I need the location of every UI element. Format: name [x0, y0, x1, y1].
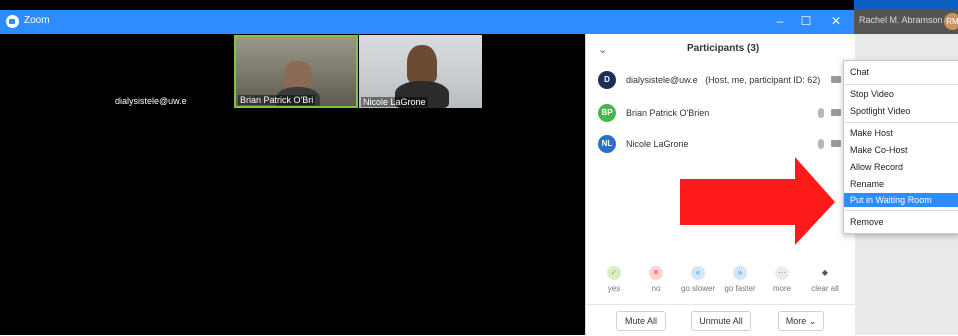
participant-name: Nicole LaGrone	[626, 139, 689, 149]
menu-item-chat[interactable]: Chat	[844, 65, 958, 79]
menu-item-stop-video[interactable]: Stop Video	[844, 87, 958, 101]
menu-item-rename[interactable]: Rename	[844, 177, 958, 191]
chevron-down-icon[interactable]: ⌄	[598, 43, 607, 56]
menu-item-make-host[interactable]: Make Host	[844, 126, 958, 140]
reaction-label: go slower	[680, 284, 716, 293]
reaction-label: yes	[607, 284, 621, 293]
video-camera-icon	[831, 140, 841, 147]
reaction-go-faster-button[interactable]: » go faster	[720, 266, 760, 293]
minimize-button[interactable]: –	[771, 13, 789, 29]
zoom-logo-icon	[6, 15, 19, 28]
reaction-label: more	[772, 284, 792, 293]
participants-header: ⌄ Participants (3)	[586, 34, 855, 64]
participant-context-menu: Chat Stop Video Spotlight Video Make Hos…	[843, 60, 958, 234]
avatar: BP	[598, 104, 616, 122]
microphone-icon	[818, 108, 824, 118]
menu-divider	[844, 84, 958, 85]
slower-icon: «	[691, 266, 705, 280]
participant-row[interactable]: NL Nicole LaGrone	[586, 130, 855, 158]
reaction-yes-button[interactable]: ✓ yes	[594, 266, 634, 293]
user-name: Rachel M. Abramson	[859, 15, 943, 25]
self-video-label: dialysistele@uw.e	[112, 95, 190, 107]
video-tile-label: Brian Patrick O'Bri	[238, 95, 316, 105]
menu-item-allow-record[interactable]: Allow Record	[844, 160, 958, 174]
checkmark-icon: ✓	[607, 266, 621, 280]
menu-item-spotlight-video[interactable]: Spotlight Video	[844, 104, 958, 118]
mute-all-button[interactable]: Mute All	[616, 311, 666, 331]
more-icon: ···	[775, 266, 789, 280]
video-camera-icon	[831, 109, 841, 116]
nonverbal-feedback-bar: ✓ yes ✕ no « go slower » go faster ··· more ◆…	[586, 266, 855, 302]
reaction-label: go faster	[724, 284, 756, 293]
video-tile-label: Nicole LaGrone	[361, 97, 428, 107]
menu-divider	[844, 210, 958, 211]
video-tile-brian[interactable]: Brian Patrick O'Bri	[234, 35, 358, 108]
participant-row[interactable]: D dialysistele@uw.e (Host, me, participa…	[586, 66, 855, 94]
participants-footer: Mute All Unmute All More ⌄	[586, 304, 855, 336]
menu-item-make-co-host[interactable]: Make Co-Host	[844, 143, 958, 157]
maximize-button[interactable]: ☐	[797, 13, 815, 29]
participants-title: Participants (3)	[687, 43, 760, 54]
reaction-label: clear all	[811, 284, 839, 293]
more-button[interactable]: More ⌄	[778, 311, 824, 331]
cross-icon: ✕	[649, 266, 663, 280]
title-bar: Zoom – ☐ ✕	[0, 10, 854, 34]
red-arrow-annotation	[680, 157, 835, 245]
avatar: D	[598, 71, 616, 89]
participant-name: Brian Patrick O'Brien	[626, 108, 710, 118]
user-header: Rachel M. Abramson RM	[854, 10, 958, 34]
close-button[interactable]: ✕	[827, 13, 845, 29]
microphone-icon	[818, 139, 824, 149]
arrow-shape	[680, 157, 835, 245]
menu-item-remove[interactable]: Remove	[844, 215, 958, 229]
avatar[interactable]: RM	[944, 13, 958, 30]
menu-item-put-in-waiting-room[interactable]: Put in Waiting Room	[844, 193, 958, 207]
reaction-more-button[interactable]: ··· more	[762, 266, 802, 293]
reaction-clear-all-button[interactable]: ◆ clear all	[805, 266, 845, 293]
eraser-icon: ◆	[818, 266, 832, 280]
reaction-label: no	[651, 284, 661, 293]
participant-row[interactable]: BP Brian Patrick O'Brien	[586, 99, 855, 127]
avatar: NL	[598, 135, 616, 153]
participant-video-figure	[407, 45, 437, 83]
menu-divider	[844, 122, 958, 123]
video-tile-nicole[interactable]: Nicole LaGrone	[359, 35, 482, 108]
reaction-no-button[interactable]: ✕ no	[636, 266, 676, 293]
reaction-go-slower-button[interactable]: « go slower	[678, 266, 718, 293]
video-camera-icon	[831, 76, 841, 83]
window-title: Zoom	[24, 15, 50, 26]
participant-name: dialysistele@uw.e (Host, me, participant…	[626, 75, 821, 85]
faster-icon: »	[733, 266, 747, 280]
unmute-all-button[interactable]: Unmute All	[691, 311, 751, 331]
